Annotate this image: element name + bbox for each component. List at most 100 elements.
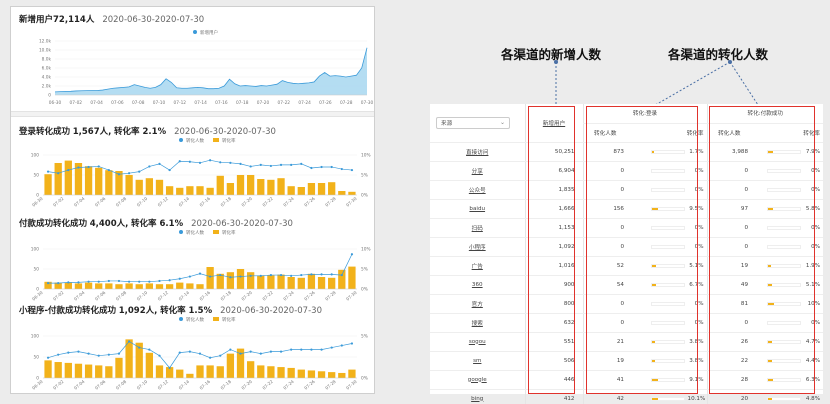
cell-rate: 1.9% bbox=[751, 256, 824, 276]
source-link[interactable]: bing bbox=[430, 389, 525, 404]
rate-value: 5.1% bbox=[689, 262, 704, 269]
table-row: bing 412 42 10.1% 20 4.8% bbox=[430, 389, 824, 404]
rate-wrap: 0% bbox=[754, 320, 820, 326]
cell-count: 41 bbox=[582, 370, 627, 390]
source-link[interactable]: 扫码 bbox=[430, 218, 525, 238]
rate-wrap: 0% bbox=[754, 244, 820, 250]
source-link[interactable]: sogou bbox=[430, 332, 525, 352]
source-link[interactable]: baidu bbox=[430, 199, 525, 219]
rate-value: 9.5% bbox=[689, 205, 704, 212]
rate-bar bbox=[767, 396, 802, 401]
rate-wrap: 0% bbox=[630, 168, 704, 174]
source-link[interactable]: 公众号 bbox=[430, 180, 525, 200]
rate-wrap: 0% bbox=[630, 225, 704, 231]
rate-bar bbox=[650, 149, 685, 154]
rate-bar bbox=[767, 263, 802, 268]
cell-new-users: 1,016 bbox=[524, 256, 583, 276]
cell-count: 97 bbox=[706, 199, 752, 219]
table-row: 直接访问 50,251 873 1.7% 3,988 7.9% bbox=[430, 142, 824, 162]
table-row: 分享 6,904 0 0% 0 0% bbox=[430, 161, 824, 181]
rate-value: 0% bbox=[694, 300, 704, 307]
rate-value: 5.1% bbox=[805, 281, 821, 288]
cell-rate: 4.7% bbox=[751, 332, 824, 352]
cell-count: 19 bbox=[582, 351, 627, 371]
rate-fill bbox=[651, 283, 657, 286]
rate-value: 5.8% bbox=[805, 205, 821, 212]
rate-wrap: 0% bbox=[754, 225, 820, 231]
channel-table-panel: 来源 ⌄ 新增用户 转化:登录 转化:付款成功 转化人数 转化率 转化人数 转化… bbox=[430, 104, 824, 404]
rate-fill bbox=[651, 150, 655, 153]
cell-new-users: 800 bbox=[524, 294, 583, 314]
source-link[interactable]: google bbox=[430, 370, 525, 390]
rate-wrap: 0% bbox=[630, 187, 704, 193]
rate-bar bbox=[650, 187, 685, 192]
rate-fill bbox=[651, 264, 656, 267]
cell-rate: 5.1% bbox=[627, 256, 708, 276]
source-link[interactable]: 官方 bbox=[430, 294, 525, 314]
rate-wrap: 10.1% bbox=[630, 396, 705, 402]
rate-wrap: 0% bbox=[630, 320, 704, 326]
cell-rate: 6.7% bbox=[627, 275, 708, 295]
rate-wrap: 5.1% bbox=[754, 282, 820, 288]
table-row: baidu 1,666 156 9.5% 97 5.8% bbox=[430, 199, 824, 219]
table-row: 搜索 632 0 0% 0 0% bbox=[430, 313, 824, 333]
cell-count: 20 bbox=[706, 389, 752, 404]
rate-bar bbox=[650, 358, 685, 363]
cell-new-users: 900 bbox=[524, 275, 583, 295]
rate-bar bbox=[767, 187, 802, 192]
cell-count: 28 bbox=[706, 370, 752, 390]
cell-new-users: 446 bbox=[524, 370, 583, 390]
rate-fill bbox=[651, 359, 656, 362]
rate-value: 6.7% bbox=[689, 281, 704, 288]
cell-rate: 5.1% bbox=[751, 275, 824, 295]
cell-new-users: 412 bbox=[524, 389, 583, 404]
table-row: 公众号 1,835 0 0% 0 0% bbox=[430, 180, 824, 200]
rate-fill bbox=[768, 302, 775, 305]
channel-table: 来源 ⌄ 新增用户 转化:登录 转化:付款成功 转化人数 转化率 转化人数 转化… bbox=[430, 104, 824, 404]
rate-wrap: 6.7% bbox=[630, 282, 704, 288]
connector-dot bbox=[554, 60, 558, 64]
cell-count: 0 bbox=[582, 294, 627, 314]
rate-value: 0% bbox=[694, 243, 704, 250]
source-link[interactable]: 搜索 bbox=[430, 313, 525, 333]
source-link[interactable]: 360 bbox=[430, 275, 525, 295]
header-new-users[interactable]: 新增用户 bbox=[524, 104, 583, 143]
rate-bar bbox=[650, 263, 685, 268]
rate-bar bbox=[767, 225, 802, 230]
table-row: 小程序 1,092 0 0% 0 0% bbox=[430, 237, 824, 257]
cell-new-users: 1,835 bbox=[524, 180, 583, 200]
cell-rate: 0% bbox=[751, 237, 824, 257]
table-row: 360 900 54 6.7% 49 5.1% bbox=[430, 275, 824, 295]
cell-count: 0 bbox=[582, 218, 627, 238]
rate-fill bbox=[651, 378, 658, 381]
source-select[interactable]: 来源 ⌄ bbox=[436, 116, 510, 129]
source-link[interactable]: 分享 bbox=[430, 161, 525, 181]
cell-rate: 10.1% bbox=[627, 389, 708, 404]
table-body: 直接访问 50,251 873 1.7% 3,988 7.9% 分享 6,904… bbox=[430, 142, 824, 404]
rate-wrap: 0% bbox=[630, 301, 704, 307]
rate-wrap: 9.5% bbox=[630, 206, 704, 212]
rate-bar bbox=[767, 206, 802, 211]
connector-line bbox=[729, 61, 761, 109]
connector-dot bbox=[728, 60, 732, 64]
rate-value: 9.1% bbox=[689, 376, 704, 383]
rate-wrap: 1.9% bbox=[754, 263, 820, 269]
cell-rate: 0% bbox=[627, 218, 708, 238]
rate-value: 0% bbox=[811, 186, 821, 193]
rate-value: 0% bbox=[811, 243, 821, 250]
rate-value: 3.8% bbox=[689, 357, 704, 364]
rate-bar bbox=[767, 244, 802, 249]
cell-rate: 3.8% bbox=[627, 332, 708, 352]
source-link[interactable]: 直接访问 bbox=[430, 142, 525, 162]
rate-value: 1.9% bbox=[805, 262, 821, 269]
source-link[interactable]: sm bbox=[430, 351, 525, 371]
header-count: 转化人数 bbox=[706, 123, 752, 143]
source-link[interactable]: 广告 bbox=[430, 256, 525, 276]
rate-bar bbox=[767, 149, 802, 154]
cell-rate: 0% bbox=[627, 237, 708, 257]
cell-count: 0 bbox=[582, 237, 627, 257]
rate-wrap: 10% bbox=[754, 301, 820, 307]
cell-new-users: 632 bbox=[524, 313, 583, 333]
source-link[interactable]: 小程序 bbox=[430, 237, 525, 257]
rate-value: 4.8% bbox=[805, 395, 821, 402]
